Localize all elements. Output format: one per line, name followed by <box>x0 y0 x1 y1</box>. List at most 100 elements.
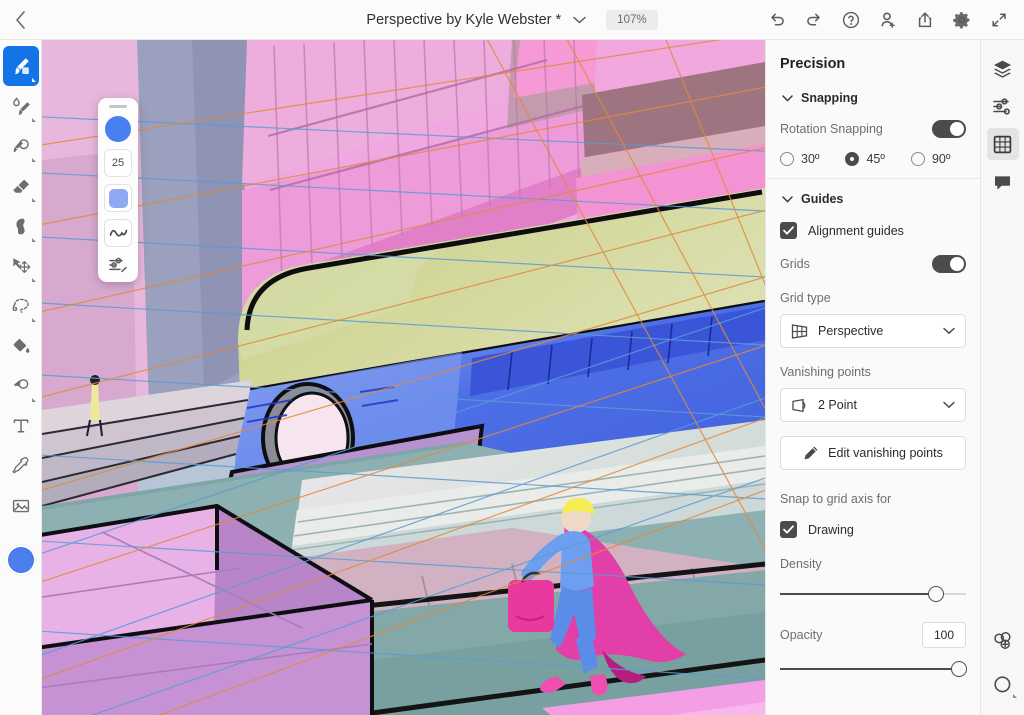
panel-adjustments[interactable] <box>987 90 1019 122</box>
tool-flyout-indicator <box>32 238 36 242</box>
opacity-slider[interactable] <box>780 658 966 680</box>
zoom-level-badge[interactable]: 107% <box>606 10 657 30</box>
tool-flyout-indicator <box>32 278 36 282</box>
circle-shape-icon <box>992 674 1014 696</box>
share-button[interactable] <box>908 3 942 37</box>
density-label: Density <box>780 557 822 571</box>
vanishing-points-label: Vanishing points <box>780 365 871 379</box>
tool-smudge[interactable] <box>3 126 39 166</box>
grid-type-value: Perspective <box>818 324 933 338</box>
help-button[interactable] <box>834 3 868 37</box>
app-window: Perspective by Kyle Webster * 107% <box>0 0 1024 715</box>
alignment-guides-row[interactable]: Alignment guides <box>780 222 966 239</box>
radio-30-degrees[interactable]: 30º <box>780 152 819 166</box>
layers-icon <box>992 58 1013 79</box>
radio-label: 30º <box>801 152 819 166</box>
smoothing-wave-icon <box>109 227 128 239</box>
tool-type[interactable] <box>3 406 39 446</box>
tool-paint-bucket[interactable] <box>3 326 39 366</box>
tool-flyout-indicator <box>32 118 36 122</box>
invite-button[interactable] <box>871 3 905 37</box>
page-title: Perspective by Kyle Webster * <box>366 12 561 28</box>
grid-type-label: Grid type <box>780 291 831 305</box>
grid-type-select[interactable]: Perspective <box>780 314 966 348</box>
brush-settings-button[interactable] <box>108 256 128 274</box>
perspective-grid-icon <box>791 324 808 339</box>
opacity-group: Opacity 100 <box>780 622 966 680</box>
chevron-left-icon <box>15 11 27 29</box>
back-button[interactable] <box>0 0 42 40</box>
density-slider[interactable] <box>780 583 966 605</box>
panel-precision[interactable] <box>987 128 1019 160</box>
vanishing-points-select[interactable]: 2 Point <box>780 388 966 422</box>
canvas-artboard[interactable]: 25 <box>42 40 765 715</box>
title-dropdown-button[interactable] <box>573 16 586 24</box>
tool-place-image[interactable] <box>3 486 39 526</box>
shapes-tool[interactable] <box>987 625 1019 657</box>
toggle-knob <box>950 257 964 271</box>
brush-smoothing-button[interactable] <box>104 219 132 247</box>
tool-eyedropper[interactable] <box>3 446 39 486</box>
chevron-down-icon <box>782 196 793 203</box>
drawing-row[interactable]: Drawing <box>780 521 966 538</box>
foreground-color-swatch[interactable] <box>3 540 39 580</box>
radio-45-degrees[interactable]: 45º <box>845 152 884 166</box>
drawing-label: Drawing <box>808 523 854 537</box>
drag-handle-icon[interactable] <box>109 105 127 108</box>
two-point-perspective-icon <box>791 398 808 413</box>
edit-vanishing-points-button[interactable]: Edit vanishing points <box>780 436 966 470</box>
chevron-down-icon <box>782 95 793 102</box>
tool-clone-stamp[interactable] <box>3 206 39 246</box>
brush-size-field[interactable]: 25 <box>104 149 132 177</box>
edit-vanishing-points-label: Edit vanishing points <box>828 446 943 460</box>
opacity-input[interactable]: 100 <box>922 622 966 648</box>
color-dot <box>8 547 34 573</box>
snapping-section-header[interactable]: Snapping <box>780 78 966 109</box>
top-toolbar: Perspective by Kyle Webster * 107% <box>0 0 1024 40</box>
image-icon <box>10 495 32 517</box>
left-toolbar <box>0 40 42 715</box>
grids-row: Grids <box>780 255 966 273</box>
undo-button[interactable] <box>760 3 794 37</box>
tool-lasso-select[interactable] <box>3 286 39 326</box>
radio-circle <box>780 152 794 166</box>
brush-opacity-swatch[interactable] <box>104 184 132 212</box>
density-group: Density <box>780 555 966 605</box>
radio-90-degrees[interactable]: 90º <box>911 152 950 166</box>
fullscreen-button[interactable] <box>982 3 1016 37</box>
brush-settings-popover[interactable]: 25 <box>98 98 138 282</box>
panel-comments[interactable] <box>987 166 1019 198</box>
radio-label: 45º <box>866 152 884 166</box>
gear-icon <box>952 10 972 30</box>
snap-axis-label: Snap to grid axis for <box>780 492 891 506</box>
drawing-checkbox[interactable] <box>780 521 797 538</box>
rotation-snapping-toggle[interactable] <box>932 120 966 138</box>
radio-circle <box>845 152 859 166</box>
alignment-guides-checkbox[interactable] <box>780 222 797 239</box>
top-actions <box>760 0 1016 40</box>
settings-button[interactable] <box>945 3 979 37</box>
eraser-icon <box>10 175 32 197</box>
sliders-icon <box>992 96 1013 117</box>
tool-flyout-indicator <box>32 198 36 202</box>
precision-panel: Precision Snapping Rotation Snapping 30º <box>765 40 980 715</box>
slider-thumb[interactable] <box>951 661 967 677</box>
redo-button[interactable] <box>797 3 831 37</box>
guides-section-header[interactable]: Guides <box>780 179 966 210</box>
panel-layers[interactable] <box>987 52 1019 84</box>
tool-gradient[interactable] <box>3 366 39 406</box>
tool-brush[interactable] <box>3 46 39 86</box>
brush-color-swatch[interactable] <box>105 116 131 142</box>
slider-fill <box>780 593 936 595</box>
grids-label: Grids <box>780 257 810 271</box>
radio-circle <box>911 152 925 166</box>
tool-mixer-brush[interactable] <box>3 86 39 126</box>
slider-thumb[interactable] <box>928 586 944 602</box>
tool-transform[interactable] <box>3 246 39 286</box>
grid-icon <box>992 134 1013 155</box>
tool-eraser[interactable] <box>3 166 39 206</box>
grids-toggle[interactable] <box>932 255 966 273</box>
rotation-snapping-row: Rotation Snapping <box>780 120 966 138</box>
opacity-preview <box>109 189 128 208</box>
shape-ellipse[interactable] <box>987 669 1019 701</box>
